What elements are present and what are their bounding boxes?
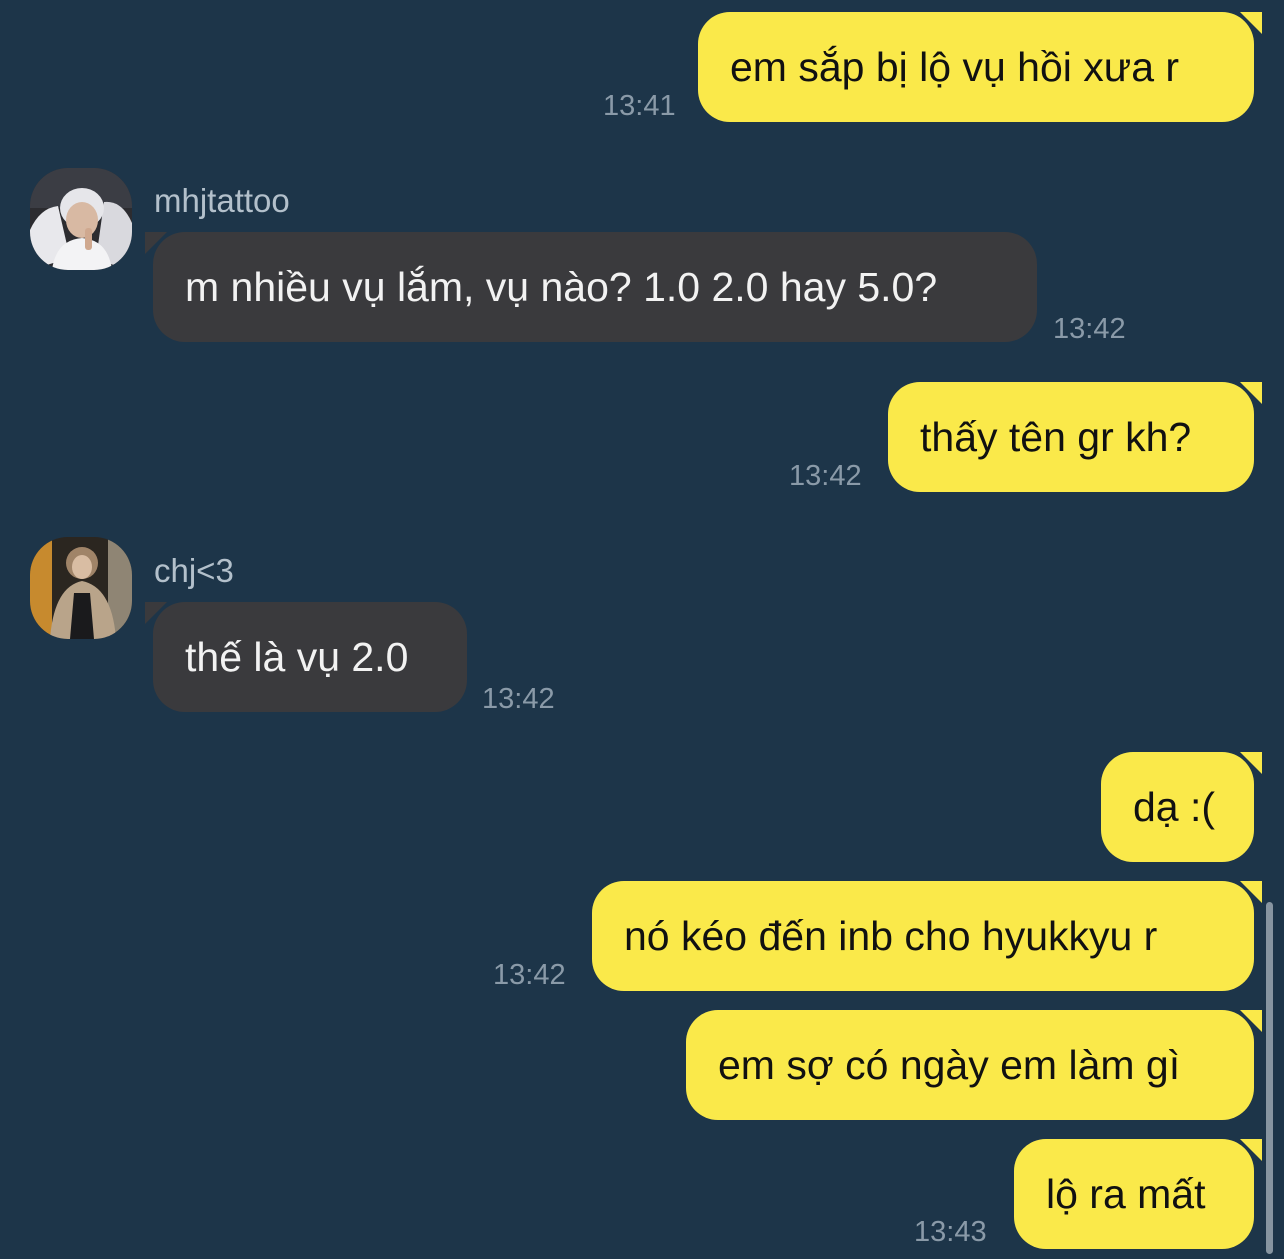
- message-timestamp: 13:42: [493, 959, 566, 991]
- message-timestamp: 13:42: [1053, 313, 1126, 345]
- outgoing-message-bubble[interactable]: nó kéo đến inb cho hyukkyu r: [592, 881, 1262, 991]
- chat-scrollbar[interactable]: [1266, 902, 1273, 1254]
- incoming-message-bubble[interactable]: thế là vụ 2.0: [145, 602, 467, 712]
- message-timestamp: 13:43: [914, 1216, 987, 1248]
- sender-name: chj<3: [154, 552, 234, 589]
- outgoing-message-bubble[interactable]: lộ ra mất: [1014, 1139, 1262, 1249]
- sender-avatar[interactable]: [30, 537, 132, 639]
- user-photo-avatar-icon: [30, 168, 132, 270]
- outgoing-message-bubble[interactable]: thấy tên gr kh?: [888, 382, 1262, 492]
- message-timestamp: 13:41: [603, 90, 676, 122]
- sender-name: mhjtattoo: [154, 182, 290, 219]
- sender-avatar[interactable]: [30, 168, 132, 270]
- message-timestamp: 13:42: [789, 460, 862, 492]
- message-timestamp: 13:42: [482, 683, 555, 715]
- user-photo-avatar-icon: [30, 537, 132, 639]
- outgoing-message-bubble[interactable]: em sợ có ngày em làm gì: [686, 1010, 1262, 1120]
- incoming-message-bubble[interactable]: m nhiều vụ lắm, vụ nào? 1.0 2.0 hay 5.0?: [145, 232, 1037, 342]
- outgoing-message-bubble[interactable]: dạ :(: [1101, 752, 1262, 862]
- outgoing-message-bubble[interactable]: em sắp bị lộ vụ hồi xưa r: [698, 12, 1262, 122]
- chat-message-list[interactable]: 13:41 em sắp bị lộ vụ hồi xưa r mhjtatto…: [0, 0, 1284, 1259]
